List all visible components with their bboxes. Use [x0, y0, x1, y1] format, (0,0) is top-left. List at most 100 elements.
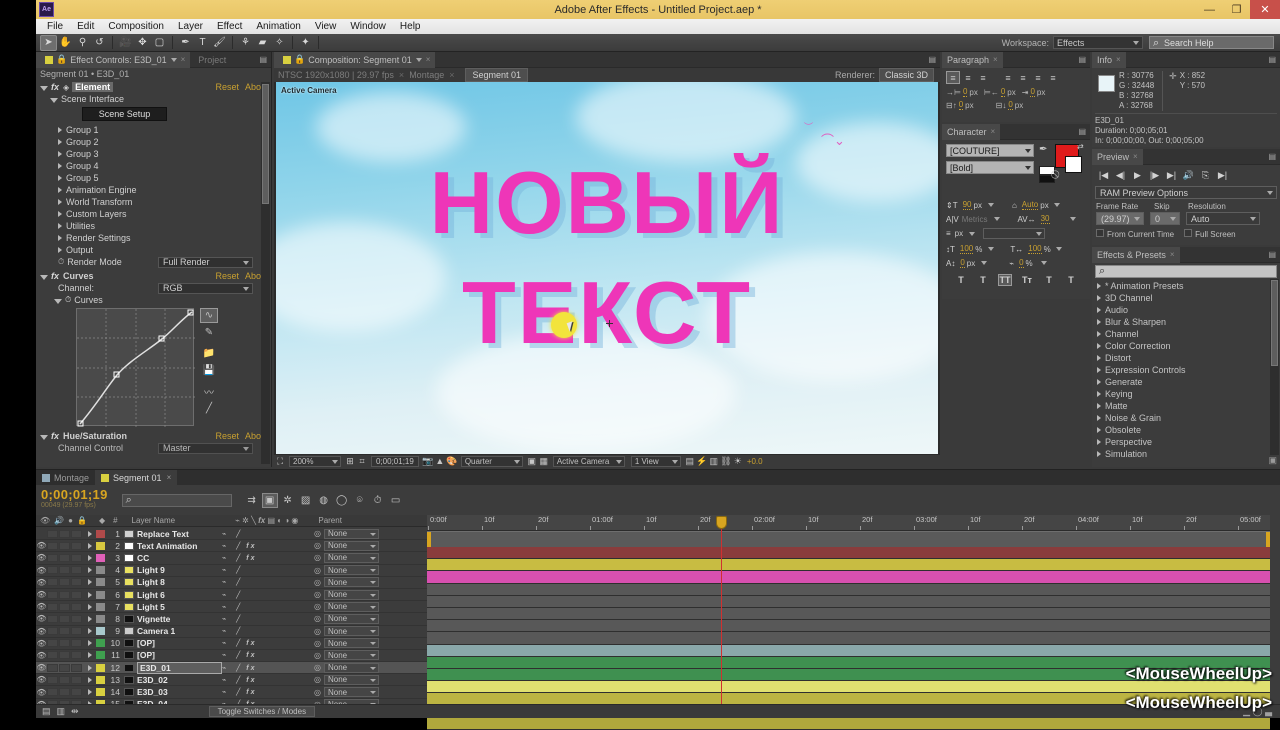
tab-effects-presets[interactable]: Effects & Presets ×: [1092, 246, 1180, 263]
effects-category-7[interactable]: Expression Controls: [1092, 364, 1280, 376]
parent-pickwhip-icon[interactable]: ◎: [314, 614, 321, 623]
table-row[interactable]: 👁 6 Light 6 ⌁ ╱ ◎ None: [36, 589, 427, 602]
table-row[interactable]: 👁 13 E3D_02 ⌁ ╱ fx ◎ None: [36, 674, 427, 687]
last-frame-button[interactable]: ▶|: [1163, 168, 1180, 182]
effects-category-14[interactable]: Simulation: [1092, 448, 1280, 460]
lock-toggle[interactable]: [71, 639, 82, 648]
disclosure-triangle-icon[interactable]: [50, 97, 58, 103]
timecode-block[interactable]: 0;00;01;19 00049 (29.97 fps): [41, 488, 108, 511]
stroke-type-dropdown[interactable]: [983, 228, 1046, 239]
play-button[interactable]: ▶: [1129, 168, 1146, 182]
disclosure-triangle-icon[interactable]: [1097, 319, 1101, 325]
element-group-11[interactable]: Output: [36, 244, 271, 256]
composition-mini-flowchart-icon[interactable]: ⇉: [244, 493, 260, 508]
scrollbar-thumb[interactable]: [1271, 280, 1278, 366]
about-link[interactable]: Abo: [245, 271, 261, 281]
layer-name[interactable]: Light 8: [137, 577, 222, 587]
parent-dropdown[interactable]: None: [323, 662, 379, 673]
solo-toggle[interactable]: [59, 553, 70, 562]
audio-button[interactable]: 🔊: [1180, 168, 1197, 182]
region-of-interest-icon[interactable]: ⌗: [356, 456, 368, 467]
lock-icon[interactable]: 🔒: [294, 54, 305, 65]
roto-brush-tool-icon[interactable]: ✧: [271, 35, 288, 51]
disclosure-triangle-icon[interactable]: [54, 298, 62, 304]
timeline-track[interactable]: [427, 607, 1270, 621]
timeline-track[interactable]: [427, 583, 1270, 596]
label-color-chip[interactable]: [96, 566, 105, 575]
disclosure-triangle-icon[interactable]: [1097, 379, 1101, 385]
parent-dropdown[interactable]: None: [323, 638, 379, 649]
solo-toggle[interactable]: [59, 614, 70, 623]
tracking-value[interactable]: 30: [1040, 214, 1050, 224]
effects-category-10[interactable]: Matte: [1092, 400, 1280, 412]
disclosure-triangle-icon[interactable]: [58, 175, 62, 181]
snapshot-icon[interactable]: 📷: [422, 456, 434, 467]
auto-keyframe-icon[interactable]: ⏱: [370, 493, 386, 508]
layer-name[interactable]: E3D_01: [137, 661, 222, 674]
label-color-chip[interactable]: [96, 639, 105, 648]
disclosure-triangle-icon[interactable]: [88, 664, 92, 671]
solo-toggle[interactable]: [59, 566, 70, 575]
parent-dropdown[interactable]: None: [323, 577, 379, 588]
audio-toggle[interactable]: [47, 590, 58, 599]
pixel-aspect-icon[interactable]: ▤: [684, 456, 696, 467]
faux-bold-button[interactable]: T: [954, 274, 968, 286]
layer-switches[interactable]: ⌁ ╱ fx: [222, 676, 314, 684]
audio-toggle[interactable]: [47, 578, 58, 587]
layer-switches[interactable]: ⌁ ╱ fx: [222, 688, 314, 696]
menu-composition[interactable]: Composition: [101, 19, 171, 34]
lock-toggle[interactable]: [71, 541, 82, 550]
disclosure-triangle-icon[interactable]: [88, 689, 92, 696]
parent-dropdown[interactable]: None: [323, 565, 379, 576]
panel-menu-icon[interactable]: ▤: [928, 55, 936, 64]
comp-flowchart-icon[interactable]: ⛓: [720, 456, 732, 467]
layer-name[interactable]: Vignette: [137, 614, 222, 624]
visibility-eye-icon[interactable]: 👁: [36, 553, 47, 562]
disclosure-triangle-icon[interactable]: [1097, 307, 1101, 313]
save-icon[interactable]: 💾: [200, 363, 218, 378]
disclosure-triangle-icon[interactable]: [88, 640, 92, 647]
disclosure-triangle-icon[interactable]: [58, 211, 62, 217]
parent-dropdown[interactable]: None: [323, 552, 379, 563]
disclosure-triangle-icon[interactable]: [88, 530, 92, 537]
font-size-value[interactable]: 90: [962, 200, 972, 210]
effects-category-2[interactable]: Audio: [1092, 304, 1280, 316]
prev-frame-button[interactable]: ◀|: [1112, 168, 1129, 182]
zoom-tool-icon[interactable]: ⚲: [74, 35, 91, 51]
safe-zones-icon[interactable]: ⊞: [344, 456, 356, 467]
exposure-reset-icon[interactable]: ☀: [732, 456, 744, 467]
shape-tool-icon[interactable]: ▢: [151, 35, 168, 51]
close-button[interactable]: ✕: [1250, 0, 1280, 19]
live-update-icon[interactable]: ▭: [388, 493, 404, 508]
swap-colors-icon[interactable]: ⇄: [1077, 142, 1084, 151]
resolution-preview-dropdown[interactable]: Auto: [1186, 212, 1260, 225]
layer-name[interactable]: Camera 1: [137, 626, 222, 636]
region-interest-toggle-icon[interactable]: ▣: [526, 456, 538, 467]
effects-category-12[interactable]: Obsolete: [1092, 424, 1280, 436]
table-row[interactable]: 👁 4 Light 9 ⌁ ╱ ◎ None: [36, 565, 427, 577]
layer-switches[interactable]: ⌁ ╱ fx: [222, 639, 314, 647]
layer-name[interactable]: [OP]: [137, 638, 222, 648]
minimize-button[interactable]: —: [1196, 0, 1223, 19]
timeline-track[interactable]: [427, 559, 1270, 572]
layer-name[interactable]: Light 6: [137, 590, 222, 600]
visibility-eye-icon[interactable]: 👁: [36, 663, 47, 672]
table-row[interactable]: 👁 8 Vignette ⌁ ╱ ◎ None: [36, 613, 427, 626]
lock-toggle[interactable]: [71, 553, 82, 562]
disclosure-triangle-icon[interactable]: [1097, 427, 1101, 433]
disclosure-triangle-icon[interactable]: [88, 554, 92, 561]
layer-switches[interactable]: ⌁ ╱: [222, 627, 314, 635]
transfer-controls-icon[interactable]: ▥: [57, 706, 66, 717]
reset-link[interactable]: Reset: [215, 431, 239, 441]
type-tool-icon[interactable]: T: [194, 35, 211, 51]
hand-tool-icon[interactable]: ✋: [57, 35, 74, 51]
disclosure-triangle-icon[interactable]: [88, 676, 92, 683]
solo-toggle[interactable]: [59, 675, 70, 684]
effect-header-hue-saturation[interactable]: fx Hue/Saturation Reset Abo: [36, 430, 271, 442]
parent-pickwhip-icon[interactable]: ◎: [314, 651, 321, 660]
element-group-1[interactable]: Group 1: [36, 124, 271, 136]
ram-preview-options-dropdown[interactable]: RAM Preview Options: [1095, 186, 1277, 199]
visibility-eye-icon[interactable]: 👁: [36, 651, 47, 660]
layer-switches[interactable]: ⌁ ╱: [222, 591, 314, 599]
parent-pickwhip-icon[interactable]: ◎: [314, 590, 321, 599]
